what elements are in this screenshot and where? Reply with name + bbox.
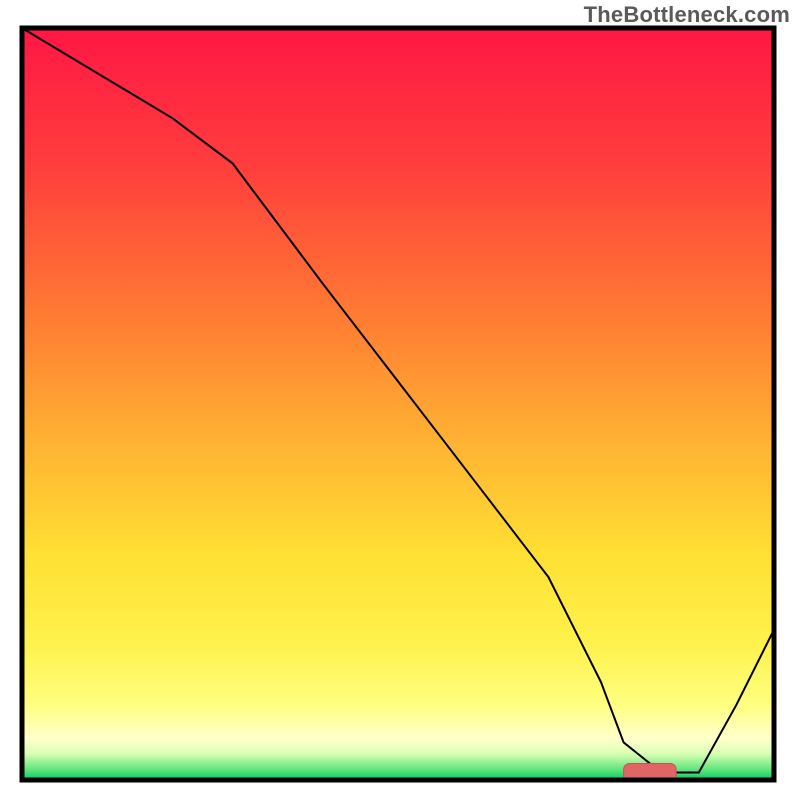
plot-area xyxy=(22,28,774,780)
chart-svg xyxy=(22,28,774,780)
gradient-background xyxy=(22,28,774,780)
watermark-text: TheBottleneck.com xyxy=(584,2,790,28)
chart-container: TheBottleneck.com xyxy=(0,0,800,800)
